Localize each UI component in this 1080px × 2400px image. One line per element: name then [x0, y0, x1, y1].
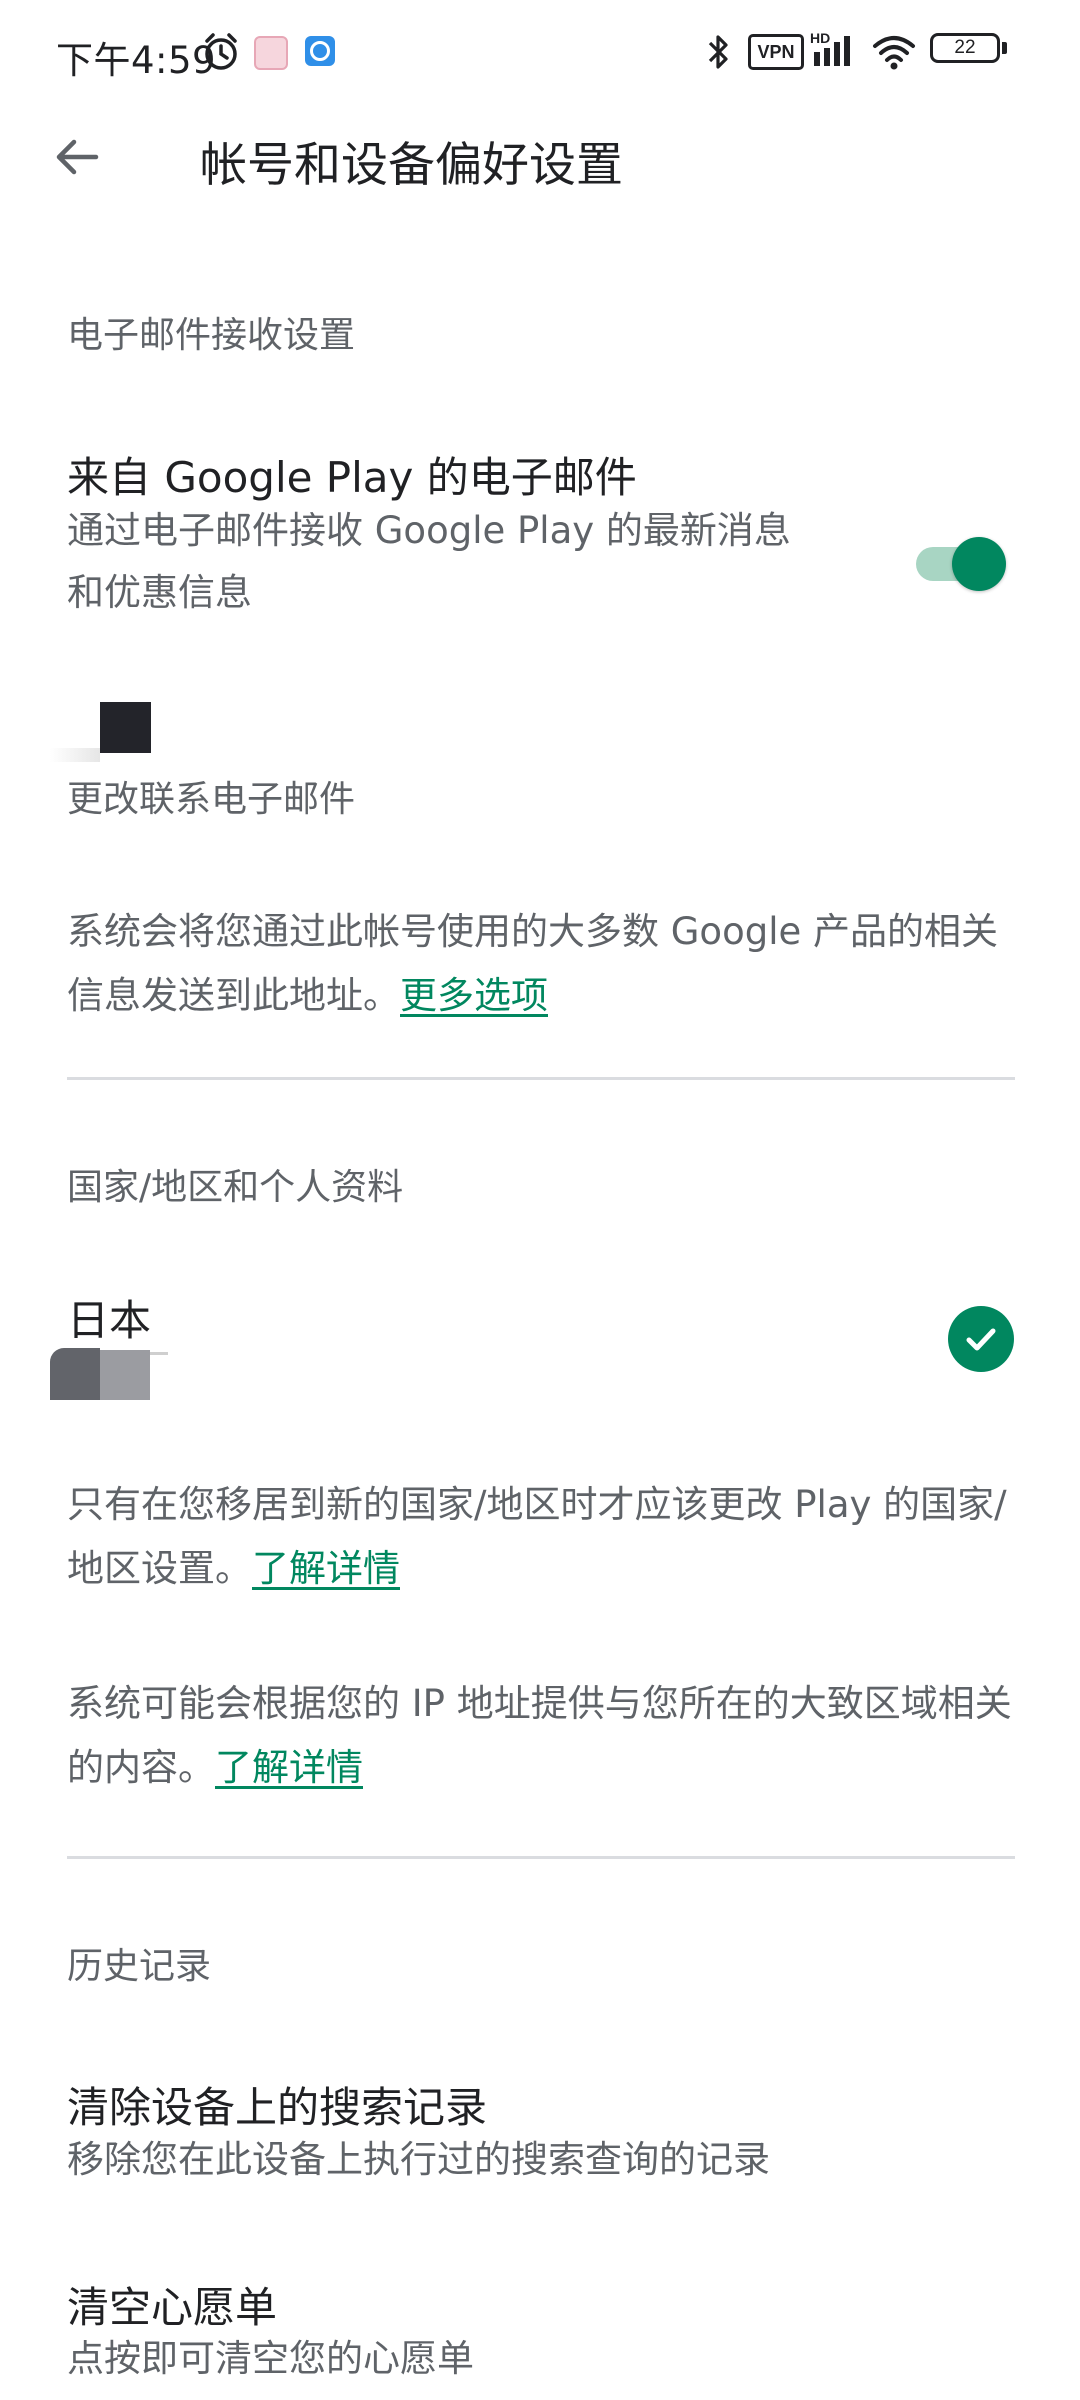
google-play-email-toggle[interactable] — [916, 530, 1008, 594]
email-section-header: 电子邮件接收设置 — [67, 315, 356, 356]
clear-search-history-title: 清除设备上的搜索记录 — [67, 2083, 488, 2132]
wifi-icon — [873, 36, 915, 70]
history-section-header: 历史记录 — [67, 1946, 212, 1987]
bluetooth-icon — [708, 35, 728, 69]
learn-more-link-2[interactable]: 了解详情 — [215, 1746, 363, 1789]
vpn-icon: VPN — [748, 34, 804, 70]
divider — [67, 1077, 1015, 1080]
arrow-back-icon — [56, 139, 99, 175]
country-note-2: 系统可能会根据您的 IP 地址提供与您所在的大致区域相关的内容。了解详情 — [67, 1672, 1017, 1800]
clear-search-history-subtitle: 移除您在此设备上执行过的搜索查询的记录 — [67, 2138, 770, 2181]
change-email-label: 更改联系电子邮件 — [67, 779, 356, 820]
clear-wishlist-title: 清空心愿单 — [67, 2283, 278, 2332]
divider — [67, 1856, 1015, 1859]
toggle-thumb — [952, 537, 1006, 591]
battery-level: 22 — [954, 37, 976, 58]
status-bar: 下午4:59 VPN HD 22 — [0, 0, 1080, 105]
hd-label: HD — [810, 30, 831, 46]
google-play-email-subtitle-2: 和优惠信息 — [67, 571, 252, 614]
back-button[interactable] — [38, 118, 116, 196]
country-note-2-text: 系统可能会根据您的 IP 地址提供与您所在的大致区域相关的内容。 — [67, 1682, 1012, 1789]
more-options-link[interactable]: 更多选项 — [400, 974, 548, 1017]
redacted-profile — [50, 1340, 180, 1410]
alarm-icon — [205, 33, 237, 70]
status-time: 下午4:59 — [56, 39, 217, 82]
country-section-header: 国家/地区和个人资料 — [67, 1167, 404, 1208]
vpn-label: VPN — [757, 41, 795, 62]
app-notification-icon-2 — [305, 36, 335, 66]
country-note-1: 只有在您移居到新的国家/地区时才应该更改 Play 的国家/地区设置。了解详情 — [67, 1473, 1017, 1601]
country-name: 日本 — [67, 1296, 152, 1345]
page-title: 帐号和设备偏好设置 — [200, 138, 623, 193]
redacted-email — [50, 698, 170, 768]
clear-wishlist-subtitle: 点按即可清空您的心愿单 — [67, 2337, 474, 2380]
country-note-1-text: 只有在您移居到新的国家/地区时才应该更改 Play 的国家/地区设置。 — [67, 1483, 1007, 1590]
email-info-paragraph: 系统会将您通过此帐号使用的大多数 Google 产品的相关信息发送到此地址。更多… — [67, 900, 1017, 1028]
learn-more-link-1[interactable]: 了解详情 — [252, 1547, 400, 1590]
google-play-email-subtitle-1: 通过电子邮件接收 Google Play 的最新消息 — [67, 509, 791, 552]
signal-icon: HD — [810, 30, 860, 70]
google-play-email-title: 来自 Google Play 的电子邮件 — [67, 453, 637, 502]
selected-check-icon — [948, 1306, 1014, 1372]
app-notification-icon — [254, 36, 288, 70]
battery-icon: 22 — [930, 33, 1012, 67]
